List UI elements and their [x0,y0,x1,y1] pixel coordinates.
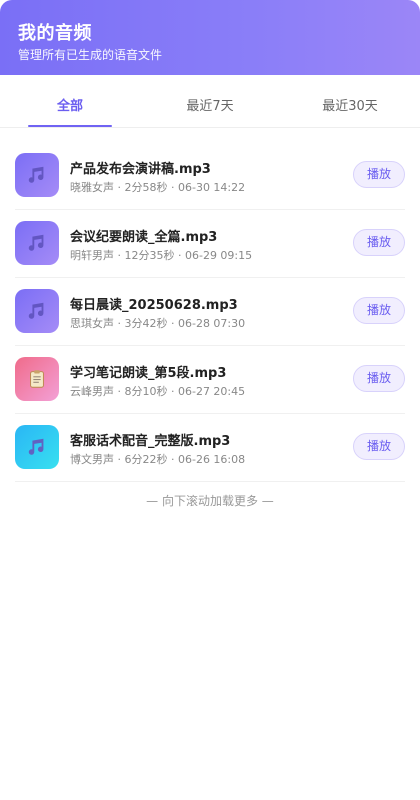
header: 我的音频 管理所有已生成的语音文件 [0,0,420,75]
play-button[interactable]: 播放 [353,365,405,392]
audio-file-meta: 晓雅女声 · 2分58秒 · 06-30 14:22 [70,181,246,194]
tab-last-7-days[interactable]: 最近7天 [168,75,252,127]
audio-page: 我的音频 管理所有已生成的语音文件 全部 最近7天 最近30天 产品发布会演讲稿… [0,0,420,800]
audio-file-meta: 云峰男声 · 8分10秒 · 06-27 20:45 [70,385,246,398]
clipboard-icon [15,357,59,401]
audio-list: 产品发布会演讲稿.mp3 晓雅女声 · 2分58秒 · 06-30 14:22 … [15,142,405,482]
page-title: 我的音频 [18,23,92,44]
audio-file-name: 会议纪要朗读_全篇.mp3 [70,230,218,245]
play-button[interactable]: 播放 [353,433,405,460]
audio-file-name: 产品发布会演讲稿.mp3 [70,162,211,177]
music-note-icon [15,289,59,333]
load-more-hint: — 向下滚动加载更多 — [146,494,274,508]
tab-last-30-days[interactable]: 最近30天 [308,75,392,127]
play-button[interactable]: 播放 [353,229,405,256]
audio-file-name: 学习笔记朗读_第5段.mp3 [70,366,227,381]
tab-bar: 全部 最近7天 最近30天 [0,75,420,128]
play-button[interactable]: 播放 [353,297,405,324]
audio-file-name: 客服话术配音_完整版.mp3 [70,434,231,449]
music-note-icon [15,425,59,469]
page-subtitle: 管理所有已生成的语音文件 [18,48,163,62]
music-note-icon [15,221,59,265]
audio-file-name: 每日晨读_20250628.mp3 [70,298,238,313]
audio-file-meta: 博文男声 · 6分22秒 · 06-26 16:08 [70,453,246,466]
list-item[interactable]: 产品发布会演讲稿.mp3 晓雅女声 · 2分58秒 · 06-30 14:22 … [15,142,405,210]
list-item[interactable]: 客服话术配音_完整版.mp3 博文男声 · 6分22秒 · 06-26 16:0… [15,414,405,482]
music-note-icon [15,153,59,197]
list-item[interactable]: 每日晨读_20250628.mp3 思琪女声 · 3分42秒 · 06-28 0… [15,278,405,346]
list-item[interactable]: 会议纪要朗读_全篇.mp3 明轩男声 · 12分35秒 · 06-29 09:1… [15,210,405,278]
audio-file-meta: 明轩男声 · 12分35秒 · 06-29 09:15 [70,249,253,262]
tab-all[interactable]: 全部 [28,75,112,127]
active-tab-indicator [28,125,112,127]
list-item[interactable]: 学习笔记朗读_第5段.mp3 云峰男声 · 8分10秒 · 06-27 20:4… [15,346,405,414]
play-button[interactable]: 播放 [353,161,405,188]
audio-file-meta: 思琪女声 · 3分42秒 · 06-28 07:30 [70,317,246,330]
